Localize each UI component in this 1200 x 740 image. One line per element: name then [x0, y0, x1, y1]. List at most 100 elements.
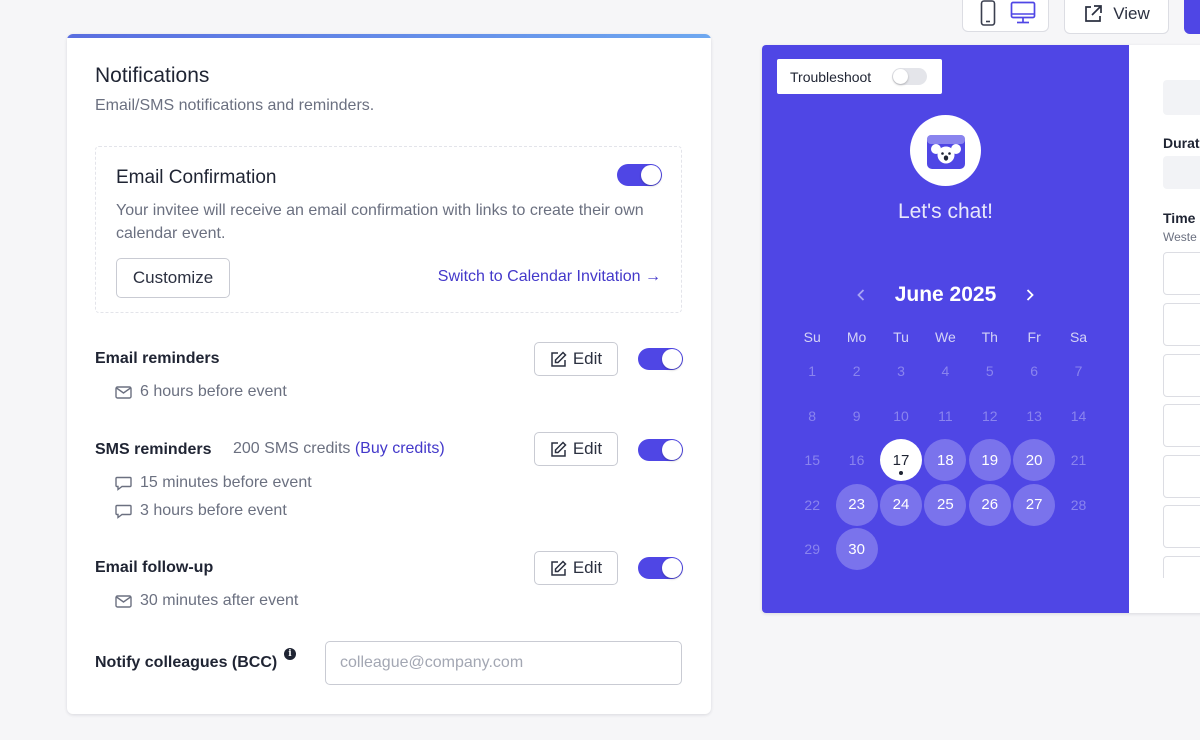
notifications-subtitle: Email/SMS notifications and reminders. — [95, 97, 375, 114]
weekday-header: Su Mo Tu We Th Fr Sa — [790, 325, 1101, 349]
calendar-day-number: 14 — [1070, 407, 1087, 424]
preview-calendar-panel: Troubleshoot Let's chat! June 2025 Su Mo… — [762, 45, 1129, 613]
time-slot-button[interactable] — [1163, 354, 1200, 397]
calendar-day-unavailable: 28 — [1056, 483, 1100, 528]
calendar-day-unavailable: 7 — [1056, 349, 1100, 394]
chat-bubble-icon — [115, 476, 132, 491]
calendar-day-number: 8 — [808, 407, 817, 424]
edit-label: Edit — [572, 558, 603, 577]
edit-pencil-icon — [551, 559, 567, 576]
calendar-week-row: 22 23 24 25 26 27 28 — [790, 483, 1101, 528]
mobile-view-button[interactable] — [973, 0, 1003, 28]
calendar-day-available[interactable]: 20 — [1012, 438, 1056, 483]
buy-credits-link[interactable]: (Buy credits) — [355, 440, 445, 457]
time-slot-button[interactable] — [1163, 505, 1200, 548]
calendar-empty-cell — [968, 527, 1012, 572]
calendar-empty-cell — [1012, 527, 1056, 572]
month-navigation: June 2025 — [762, 283, 1129, 307]
calendar-day-number: 15 — [804, 452, 820, 469]
sms-reminder-text: 15 minutes before event — [140, 474, 312, 491]
weekday-label: Sa — [1069, 329, 1088, 345]
chat-bubble-icon — [115, 504, 132, 519]
calendar-day-number: 9 — [852, 407, 861, 424]
time-slot-button[interactable] — [1163, 303, 1200, 346]
email-reminder-text: 6 hours before event — [140, 383, 287, 400]
previous-month-button[interactable] — [851, 283, 871, 307]
calendar-day-available[interactable]: 18 — [923, 438, 967, 483]
email-followup-toggle[interactable] — [638, 557, 683, 579]
email-reminders-edit-button[interactable]: Edit — [534, 342, 618, 376]
calendar-day-number: 28 — [1070, 496, 1087, 513]
calendar-day-available[interactable]: 23 — [834, 483, 878, 528]
mobile-phone-icon — [980, 0, 996, 26]
calendar-day-available[interactable]: 24 — [879, 483, 923, 528]
timezone-label: Weste — [1163, 230, 1197, 244]
next-month-button[interactable] — [1020, 283, 1040, 307]
calendar-day-number: 18 — [937, 451, 954, 469]
duration-selector[interactable] — [1163, 156, 1200, 189]
calendar-day-number: 10 — [893, 407, 909, 424]
device-toggle-group — [962, 0, 1049, 32]
customize-button[interactable]: Customize — [116, 258, 230, 298]
calendar-day-unavailable: 10 — [879, 394, 923, 439]
calendar-day-available[interactable]: 26 — [968, 483, 1012, 528]
time-slot-button[interactable] — [1163, 455, 1200, 498]
calendar-day-number: 4 — [941, 363, 950, 380]
time-slot-button[interactable] — [1163, 252, 1200, 295]
sms-reminder-text: 3 hours before event — [140, 502, 287, 519]
calendar-day-number: 20 — [1025, 451, 1043, 469]
view-label: View — [1113, 4, 1150, 23]
toggle-knob — [662, 558, 682, 578]
sms-reminders-edit-button[interactable]: Edit — [534, 432, 618, 466]
calendar-day-available[interactable]: 25 — [923, 483, 967, 528]
external-link-icon — [1085, 5, 1103, 22]
calendar-day-unavailable: 3 — [879, 349, 923, 394]
time-slot-button[interactable] — [1163, 556, 1200, 578]
calendar-day-available[interactable]: 30 — [834, 527, 878, 572]
toggle-knob — [893, 69, 908, 84]
calendar-day-number: 11 — [938, 407, 953, 424]
calendar-empty-cell — [923, 527, 967, 572]
calendar-day-unavailable: 29 — [790, 527, 834, 572]
calendar-day-available[interactable]: 27 — [1012, 483, 1056, 528]
calendar-day-number: 6 — [1030, 363, 1039, 380]
calendar-day-today[interactable]: 17 — [879, 438, 923, 483]
chevron-right-icon — [1027, 289, 1035, 301]
edit-pencil-icon — [551, 350, 567, 367]
bcc-email-input[interactable] — [325, 641, 682, 685]
calendar-day-number: 13 — [1026, 407, 1042, 424]
calendar-grid: Su Mo Tu We Th Fr Sa 1 2 3 4 5 6 7 8 9 10 11 12 13 14… — [790, 325, 1101, 572]
switch-to-calendar-invitation-link[interactable]: Switch to Calendar Invitation → — [438, 268, 661, 286]
sms-reminders-toggle[interactable] — [638, 439, 683, 461]
calendar-day-number: 26 — [981, 496, 999, 514]
email-confirmation-description: Your invitee will receive an email confi… — [116, 202, 644, 242]
view-button[interactable]: View — [1064, 0, 1169, 34]
sms-credits-count: 200 SMS credits — [233, 440, 351, 457]
calendar-day-available[interactable]: 19 — [968, 438, 1012, 483]
calendar-day-unavailable: 14 — [1056, 394, 1100, 439]
edit-pencil-icon — [551, 440, 567, 457]
current-month-label: June 2025 — [894, 283, 997, 306]
calendar-day-unavailable: 4 — [923, 349, 967, 394]
calendar-day-unavailable: 1 — [790, 349, 834, 394]
troubleshoot-toggle[interactable] — [892, 68, 927, 85]
time-slot-button[interactable] — [1163, 404, 1200, 447]
time-label: Time — [1163, 210, 1196, 226]
calendar-week-row: 1 2 3 4 5 6 7 — [790, 349, 1101, 394]
email-confirmation-toggle[interactable] — [617, 164, 662, 186]
primary-action-button[interactable] — [1184, 0, 1200, 34]
email-reminders-toggle[interactable] — [638, 348, 683, 370]
host-avatar — [910, 115, 981, 186]
email-followup-edit-button[interactable]: Edit — [534, 551, 618, 585]
calendar-day-number: 27 — [1025, 496, 1043, 514]
info-icon[interactable]: i — [284, 648, 296, 660]
calendar-day-number: 17 — [892, 451, 910, 469]
calendar-week-row: 8 9 10 11 12 13 14 — [790, 394, 1101, 439]
calendar-day-number: 29 — [804, 541, 820, 558]
email-reminders-label: Email reminders — [95, 350, 220, 367]
notifications-card: Notifications Email/SMS notifications an… — [67, 34, 711, 714]
weekday-label: We — [934, 329, 956, 345]
desktop-view-button[interactable] — [1008, 0, 1038, 28]
calendar-day-number: 22 — [804, 496, 820, 513]
weekday-label: Tu — [893, 329, 909, 345]
